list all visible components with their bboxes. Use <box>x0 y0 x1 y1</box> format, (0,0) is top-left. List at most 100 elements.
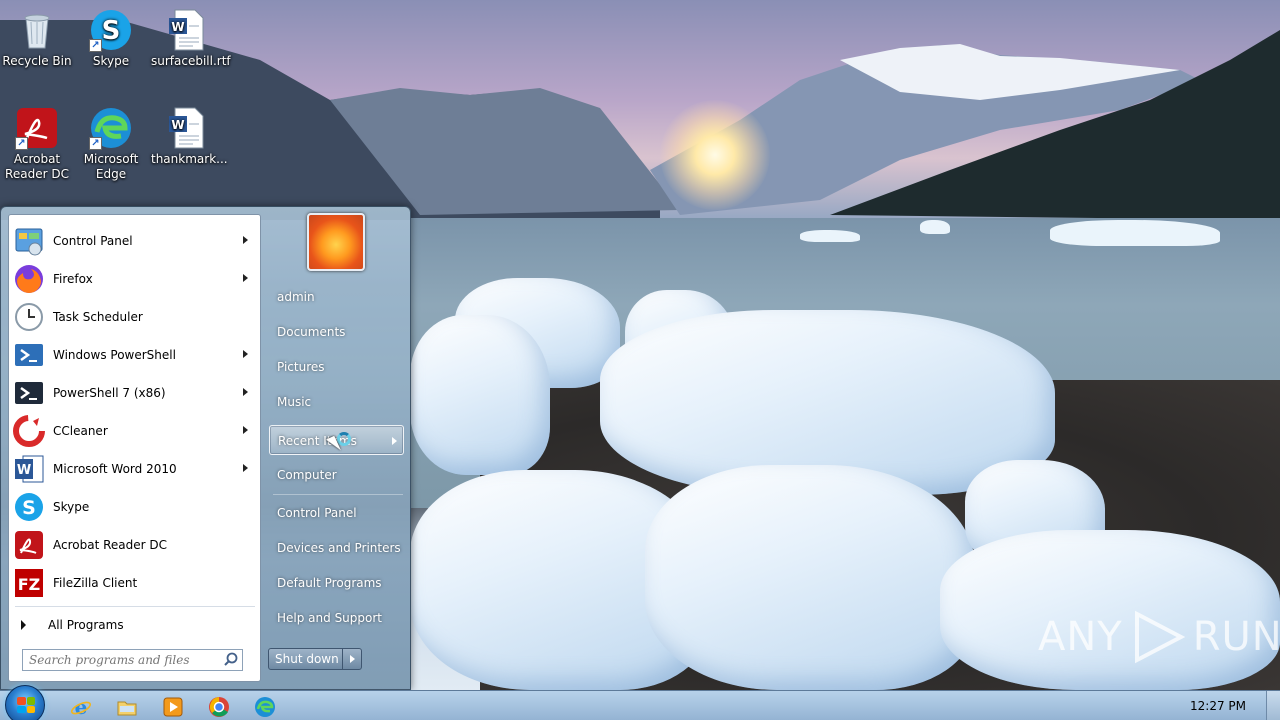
shortcut-arrow-icon: ↗ <box>89 137 102 150</box>
places-item-admin[interactable]: admin <box>269 282 404 312</box>
ice-floe <box>1050 220 1220 246</box>
desktop-icon-thankmark[interactable]: W thankmark... <box>151 106 228 167</box>
program-label: CCleaner <box>53 424 108 438</box>
watermark-text-left: ANY <box>1038 614 1123 660</box>
powershell-icon <box>13 339 45 371</box>
ccleaner-icon <box>13 415 45 447</box>
desktop-icon-recycle-bin[interactable]: Recycle Bin <box>1 8 73 69</box>
svg-text:W: W <box>17 463 31 478</box>
edge-icon: ↗ <box>89 106 133 150</box>
places-item-control-panel[interactable]: Control Panel <box>269 498 404 528</box>
program-acrobat-reader[interactable]: Acrobat Reader DC <box>11 527 258 563</box>
places-item-music[interactable]: Music <box>269 387 404 417</box>
watermark: ANY RUN <box>1038 610 1280 664</box>
start-menu-programs-pane: Control Panel Firefox Task Scheduler Win… <box>8 214 261 682</box>
expand-arrow-icon <box>21 620 26 630</box>
word-icon: W <box>13 453 45 485</box>
program-ccleaner[interactable]: CCleaner <box>11 413 258 449</box>
desktop-icon-surfacebill[interactable]: W surfacebill.rtf <box>151 8 231 69</box>
chrome-icon[interactable] <box>208 696 230 718</box>
svg-text:W: W <box>171 118 184 132</box>
desktop-icon-label: Recycle Bin <box>2 54 72 68</box>
svg-text:FZ: FZ <box>18 575 41 594</box>
word-document-icon: W <box>165 8 209 52</box>
ice-floe <box>920 220 950 234</box>
desktop-icon-label: surfacebill.rtf <box>151 54 231 68</box>
program-label: Firefox <box>53 272 93 286</box>
ice-block <box>410 315 550 475</box>
svg-text:e: e <box>75 696 88 718</box>
ice-floe <box>800 230 860 242</box>
start-button[interactable] <box>5 685 45 720</box>
search-input[interactable] <box>23 651 222 669</box>
program-control-panel[interactable]: Control Panel <box>11 223 258 259</box>
windows-logo-icon <box>17 697 35 713</box>
desktop-icon-label: Skype <box>92 54 130 68</box>
program-windows-powershell[interactable]: Windows PowerShell <box>11 337 258 373</box>
program-firefox[interactable]: Firefox <box>11 261 258 297</box>
shutdown-button[interactable]: Shut down <box>269 649 343 669</box>
desktop-icon-skype[interactable]: S ↗ Skype <box>75 8 147 69</box>
program-label: Control Panel <box>53 234 133 248</box>
acrobat-reader-icon: ↗ <box>15 106 59 150</box>
skype-icon: S <box>13 491 45 523</box>
svg-text:S: S <box>102 16 121 46</box>
places-item-pictures[interactable]: Pictures <box>269 352 404 382</box>
desktop-icon-label: Acrobat Reader DC <box>5 152 69 181</box>
submenu-arrow-icon <box>243 388 248 396</box>
program-powershell-7[interactable]: PowerShell 7 (x86) <box>11 375 258 411</box>
media-player-icon[interactable] <box>162 696 184 718</box>
filezilla-icon: FZ <box>13 567 45 599</box>
program-task-scheduler[interactable]: Task Scheduler <box>11 299 258 335</box>
desktop-icon-label: Microsoft Edge <box>83 152 139 181</box>
ice-block <box>645 465 975 690</box>
program-microsoft-word[interactable]: W Microsoft Word 2010 <box>11 451 258 487</box>
desktop-icon-label: thankmark... <box>151 152 228 166</box>
places-item-devices-printers[interactable]: Devices and Printers <box>269 533 404 563</box>
desktop-icon-acrobat[interactable]: ↗ Acrobat Reader DC <box>1 106 73 182</box>
program-label: Acrobat Reader DC <box>53 538 167 552</box>
shortcut-arrow-icon: ↗ <box>89 39 102 52</box>
taskbar-clock[interactable]: 12:27 PM <box>1190 699 1246 713</box>
places-item-documents[interactable]: Documents <box>269 317 404 347</box>
desktop-icon-edge[interactable]: ↗ Microsoft Edge <box>75 106 147 182</box>
program-label: Windows PowerShell <box>53 348 176 362</box>
shutdown-options-arrow-icon[interactable] <box>343 649 361 669</box>
firefox-icon <box>13 263 45 295</box>
submenu-arrow-icon <box>243 464 248 472</box>
program-label: Task Scheduler <box>53 310 143 324</box>
submenu-arrow-icon <box>243 350 248 358</box>
powershell7-icon <box>13 377 45 409</box>
skype-icon: S ↗ <box>89 8 133 52</box>
program-label: PowerShell 7 (x86) <box>53 386 166 400</box>
search-icon <box>222 650 242 670</box>
submenu-arrow-icon <box>392 437 397 445</box>
edge-icon[interactable] <box>254 696 276 718</box>
places-item-default-programs[interactable]: Default Programs <box>269 568 404 598</box>
user-picture-avatar[interactable] <box>307 213 365 271</box>
sun-glow <box>660 100 770 210</box>
taskbar: e 12:27 PM <box>0 685 1280 720</box>
explorer-folder-icon[interactable] <box>116 696 138 718</box>
shutdown-button-group: Shut down <box>268 648 362 670</box>
svg-text:W: W <box>171 20 184 34</box>
word-document-icon: W <box>165 106 209 150</box>
program-filezilla[interactable]: FZ FileZilla Client <box>11 565 258 601</box>
svg-text:S: S <box>22 497 36 519</box>
program-label: FileZilla Client <box>53 576 138 590</box>
start-menu: Control Panel Firefox Task Scheduler Win… <box>0 206 411 690</box>
divider <box>15 606 255 607</box>
start-search-box[interactable] <box>22 649 243 671</box>
submenu-arrow-icon <box>243 236 248 244</box>
all-programs-button[interactable]: All Programs <box>11 613 258 637</box>
show-desktop-button[interactable] <box>1266 691 1280 720</box>
program-label: Microsoft Word 2010 <box>53 462 177 476</box>
places-item-computer[interactable]: Computer <box>269 460 404 490</box>
internet-explorer-icon[interactable]: e <box>70 695 92 719</box>
shortcut-arrow-icon: ↗ <box>15 137 28 150</box>
places-item-help-support[interactable]: Help and Support <box>269 603 404 633</box>
recycle-bin-icon <box>15 8 59 52</box>
play-logo-icon <box>1134 610 1186 664</box>
submenu-arrow-icon <box>243 274 248 282</box>
program-skype[interactable]: S Skype <box>11 489 258 525</box>
